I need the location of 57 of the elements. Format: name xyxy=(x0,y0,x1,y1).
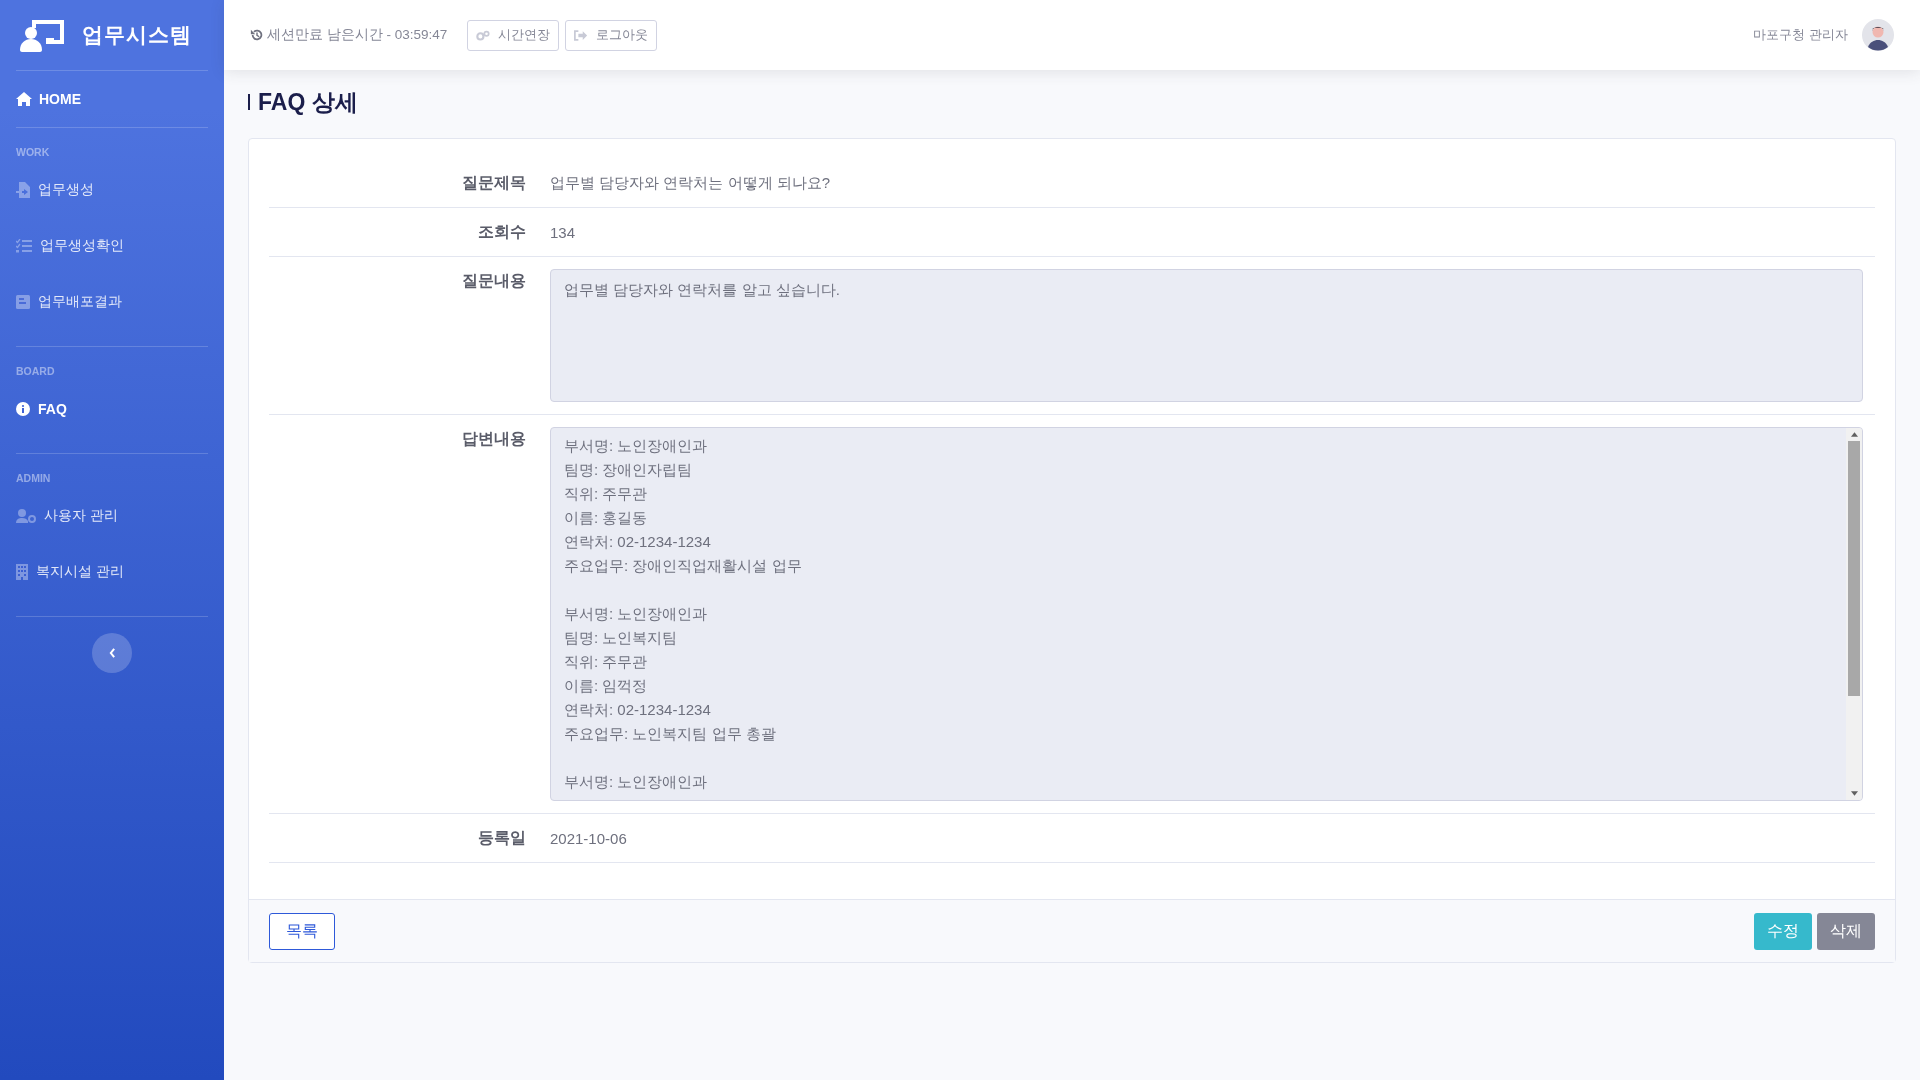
gears-icon xyxy=(476,29,491,41)
chevron-left-icon xyxy=(108,648,116,658)
document-icon xyxy=(16,295,30,309)
text-line: 이름: 홍길동 xyxy=(564,508,649,528)
brand-name: 업무시스템 xyxy=(82,22,192,48)
scrollbar[interactable] xyxy=(1846,428,1862,800)
file-icon xyxy=(16,182,30,198)
history-icon xyxy=(250,28,264,42)
text-line: 연락처: 02-1234-1234 xyxy=(564,532,712,552)
delete-button[interactable]: 삭제 xyxy=(1817,913,1875,950)
logout-icon xyxy=(574,29,589,41)
text-line: 주요업무: 노인복지팀 업무 총괄 xyxy=(564,724,777,744)
sidebar-item[interactable]: 업무생성 xyxy=(16,162,208,218)
section-heading: WORK xyxy=(16,145,51,160)
home-icon xyxy=(16,92,32,106)
text-line: 팀명: 노인복지팀 xyxy=(564,628,679,648)
user-gear-icon xyxy=(16,509,36,523)
field-value: 2021-10-06 xyxy=(550,829,627,847)
info-icon xyxy=(16,402,30,416)
list-icon xyxy=(16,239,32,253)
text-line: 부서명: 노인장애인과 xyxy=(564,436,709,456)
logout-button[interactable]: 로그아웃 xyxy=(565,19,658,51)
text-line: 주요업무: 장애인직업재활시설 업무 xyxy=(564,556,803,576)
text-line: 직위: 주무관 xyxy=(564,484,649,504)
sidebar-item[interactable]: 업무배포결과 xyxy=(16,274,208,330)
sidebar-item[interactable]: 복지시설 관리 xyxy=(16,544,208,600)
field-value: 134 xyxy=(550,223,576,241)
sidebar-item[interactable]: 업무생성확인 xyxy=(16,218,208,274)
page-title: FAQ 상세 xyxy=(248,84,1896,120)
text-line: 팀명: 장애인자립팀 xyxy=(564,460,694,480)
extend-time-button[interactable]: 시간연장 xyxy=(467,19,560,51)
text-line: 연락처: 02-1234-1234 xyxy=(564,700,712,720)
text-line: 직위: 주무관 xyxy=(564,652,649,672)
field-label: 조회수 xyxy=(477,221,527,242)
scroll-down-icon[interactable] xyxy=(1850,791,1858,796)
field-label: 등록일 xyxy=(477,827,527,848)
edit-button[interactable]: 수정 xyxy=(1754,913,1812,950)
section-heading: BOARD xyxy=(16,364,56,379)
section-heading: ADMIN xyxy=(16,471,52,486)
avatar-icon[interactable] xyxy=(1862,19,1894,51)
home-link[interactable]: HOME xyxy=(16,71,208,127)
user-name: 마포구청 관리자 xyxy=(1753,26,1848,44)
text-line: 이름: 임꺽정 xyxy=(564,676,649,696)
building-icon xyxy=(16,564,28,580)
field-value: 업무별 담당자와 연락처는 어떻게 되나요? xyxy=(550,173,830,193)
scroll-up-icon[interactable] xyxy=(1850,432,1858,437)
list-button[interactable]: 목록 xyxy=(269,913,335,950)
field-label: 질문제목 xyxy=(461,172,527,193)
field-label: 답변내용 xyxy=(461,429,527,449)
text-line: 부서명: 노인장애인과 xyxy=(564,772,709,792)
logo-icon xyxy=(20,18,66,52)
text-line: 업무별 담당자와 연락처를 알고 싶습니다. xyxy=(564,280,841,300)
session-timer: 세션만료 남은시간 - 03:59:47 xyxy=(267,26,448,44)
field-label: 질문내용 xyxy=(461,271,527,291)
text-line: 부서명: 노인장애인과 xyxy=(564,604,709,624)
sidebar-item[interactable]: 사용자 관리 xyxy=(16,488,208,544)
sidebar-item[interactable]: FAQ xyxy=(16,381,208,437)
